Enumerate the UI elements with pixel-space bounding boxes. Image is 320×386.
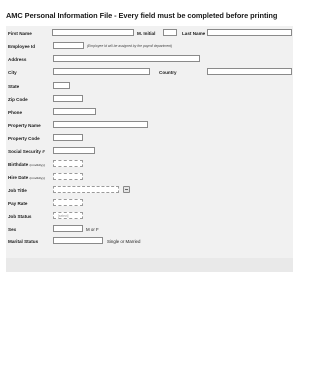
marital-status-hint: Single or Married [107, 239, 141, 244]
marital-status-field[interactable] [53, 237, 103, 244]
property-name-label: Property Name [8, 123, 41, 128]
pay-rate-label: Pay Rate [8, 201, 28, 206]
zip-code-field[interactable] [53, 95, 83, 102]
m-initial-label: M. Initial [137, 31, 156, 36]
birthdate-label: Birthdate (mm/dd/yy) [8, 162, 45, 167]
employee-id-note: (Employee Id will be assigned by the pay… [87, 44, 173, 48]
m-initial-field[interactable] [163, 29, 177, 36]
job-status-label: Job Status [8, 214, 32, 219]
state-field[interactable] [53, 82, 70, 89]
birthdate-field[interactable] [53, 160, 83, 167]
personal-info-form: First Name M. Initial Last Name Employee… [6, 26, 293, 272]
employee-id-field[interactable] [53, 42, 84, 49]
city-label: City [8, 70, 17, 75]
zip-code-label: Zip Code [8, 97, 28, 102]
first-name-label: First Name [8, 31, 32, 36]
property-code-field[interactable] [53, 134, 83, 141]
country-field[interactable] [207, 68, 292, 75]
pay-rate-field[interactable] [53, 199, 83, 206]
sex-field[interactable] [53, 225, 83, 232]
hire-date-field[interactable] [53, 173, 83, 180]
ssn-field[interactable] [53, 147, 95, 154]
last-name-field[interactable] [207, 29, 292, 36]
sex-hint: M or F [86, 227, 99, 232]
hire-date-label: Hire Date (mm/dd/yy) [8, 175, 45, 180]
property-code-label: Property Code [8, 136, 40, 141]
phone-field[interactable] [53, 108, 96, 115]
job-status-select[interactable]: [select] [53, 212, 83, 219]
city-field[interactable] [53, 68, 150, 75]
property-name-field[interactable] [53, 121, 148, 128]
phone-label: Phone [8, 110, 23, 115]
address-field[interactable] [53, 55, 200, 62]
country-label: Country [159, 70, 177, 75]
address-label: Address [8, 57, 27, 62]
marital-status-label: Marital Status [8, 239, 39, 244]
sex-label: Sex [8, 227, 17, 232]
job-title-label: Job Title [8, 188, 27, 193]
job-status-placeholder: [select] [58, 214, 69, 218]
state-label: State [8, 84, 20, 89]
calendar-icon[interactable] [123, 186, 130, 193]
last-name-label: Last Name [182, 31, 206, 36]
employee-id-label: Employee Id [8, 44, 36, 49]
job-title-field[interactable] [53, 186, 119, 193]
form-title: AMC Personal Information File - Every fi… [6, 11, 278, 20]
form-footer-band [6, 258, 293, 272]
ssn-label: Social Security # [8, 149, 45, 154]
first-name-field[interactable] [52, 29, 134, 36]
